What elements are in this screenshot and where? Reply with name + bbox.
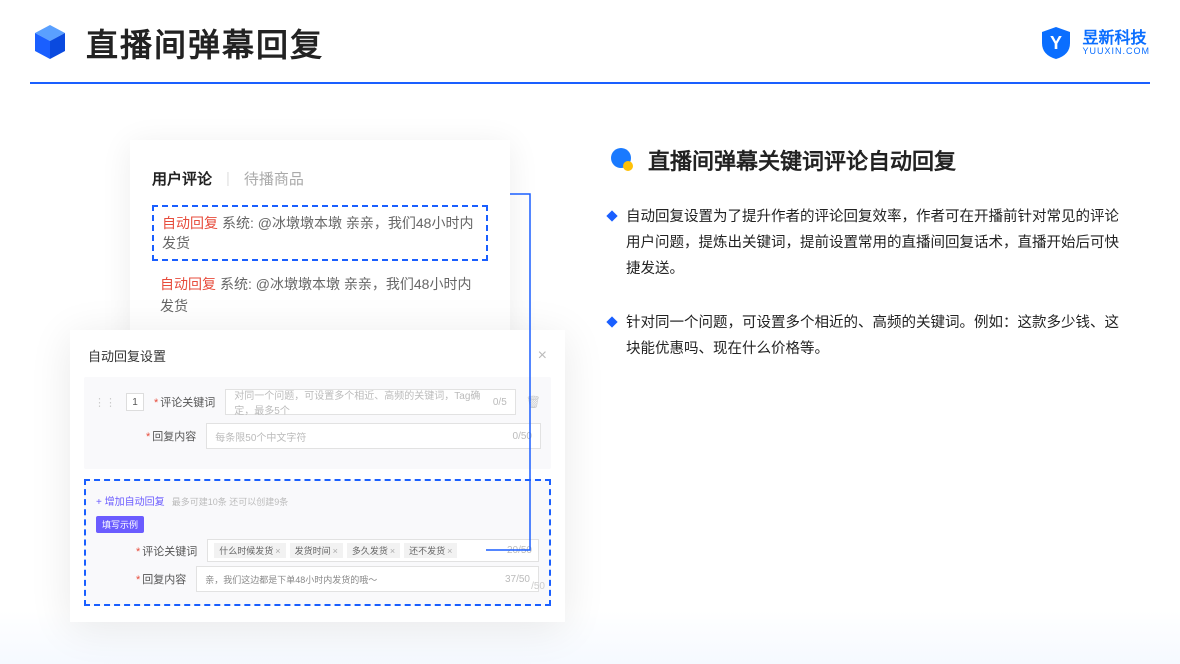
remove-tag-icon: × [275, 546, 280, 556]
brand-shield-icon: Y [1038, 25, 1074, 61]
chat-bubble-icon [608, 146, 636, 174]
keyword-label: *评论关键词 [154, 394, 215, 410]
content-row: *回复内容 每条限50个中文字符 0/50 [94, 423, 541, 449]
tag-chip[interactable]: 什么时候发货× [214, 543, 285, 558]
brand-logo: Y 昱新科技 YUUXIN.COM [1038, 25, 1150, 61]
bullet-text: 针对同一个问题，可设置多个相近的、高频的关键词。例如：这款多少钱、这块能优惠吗、… [626, 310, 1128, 362]
example-content-label: *回复内容 [136, 571, 186, 587]
tag-chip[interactable]: 多久发货× [347, 543, 400, 558]
content-area: 用户评论 | 待播商品 自动回复系统: @冰墩墩本墩 亲亲，我们48小时内发货 … [0, 100, 1180, 664]
close-icon[interactable]: × [538, 347, 547, 365]
char-count: 20/50 [507, 545, 532, 556]
auto-reply-tag: 自动回复 [162, 215, 218, 231]
trash-icon[interactable]: 🗑 [526, 395, 541, 409]
title-wrap: 直播间弹幕回复 [30, 20, 324, 66]
diamond-icon [606, 210, 617, 221]
header-underline [30, 82, 1150, 84]
svg-text:Y: Y [1050, 33, 1062, 53]
keyword-row: ⋮⋮ 1 *评论关键词 对同一个问题，可设置多个相近、高频的关键词，Tag确定，… [94, 389, 541, 415]
brand-text: 昱新科技 YUUXIN.COM [1082, 31, 1150, 56]
content-input[interactable]: 每条限50个中文字符 0/50 [206, 423, 541, 449]
drag-handle-icon[interactable]: ⋮⋮ [94, 396, 116, 409]
bullet-item: 针对同一个问题，可设置多个相近的、高频的关键词。例如：这款多少钱、这块能优惠吗、… [608, 310, 1128, 362]
diamond-icon [606, 317, 617, 328]
tag-chip[interactable]: 发货时间× [290, 543, 343, 558]
tab-user-comments[interactable]: 用户评论 [152, 168, 212, 189]
add-hint: 最多可建10条 还可以创建9条 [172, 497, 289, 507]
bullet-text: 自动回复设置为了提升作者的评论回复效率，作者可在开播前针对常见的评论用户问题，提… [626, 204, 1128, 282]
remove-tag-icon: × [447, 546, 452, 556]
example-keyword-row: *评论关键词 什么时候发货× 发货时间× 多久发货× 还不发货× 20/50 [96, 539, 539, 562]
brand-name-zh: 昱新科技 [1082, 31, 1150, 47]
settings-title: 自动回复设置 [88, 346, 166, 365]
section-title-row: 直播间弹幕关键词评论自动回复 [608, 144, 1128, 176]
example-content-value: 亲，我们这边都是下单48小时内发货的哦～ [205, 573, 377, 586]
brand-name-en: YUUXIN.COM [1082, 47, 1150, 56]
example-content-row: *回复内容 亲，我们这边都是下单48小时内发货的哦～ 37/50 [96, 566, 539, 592]
tag-chip[interactable]: 还不发货× [404, 543, 457, 558]
settings-card: 自动回复设置 × ⋮⋮ 1 *评论关键词 对同一个问题，可设置多个相近、高频的关… [70, 330, 565, 622]
tab-divider: | [226, 170, 230, 187]
char-count: 37/50 [505, 574, 530, 585]
slide-title: 直播间弹幕回复 [86, 20, 324, 66]
remove-tag-icon: × [333, 546, 338, 556]
section-title-text: 直播间弹幕关键词评论自动回复 [648, 144, 956, 176]
keyword-input[interactable]: 对同一个问题，可设置多个相近、高频的关键词，Tag确定，最多5个 0/5 [225, 389, 515, 415]
example-content-input[interactable]: 亲，我们这边都是下单48小时内发货的哦～ 37/50 [196, 566, 539, 592]
bullet-item: 自动回复设置为了提升作者的评论回复效率，作者可在开播前针对常见的评论用户问题，提… [608, 204, 1128, 282]
input-placeholder: 每条限50个中文字符 [215, 429, 306, 444]
form-area: ⋮⋮ 1 *评论关键词 对同一个问题，可设置多个相近、高频的关键词，Tag确定，… [84, 377, 551, 469]
content-label: *回复内容 [146, 428, 196, 444]
example-box: + 增加自动回复 最多可建10条 还可以创建9条 填写示例 *评论关键词 什么时… [84, 479, 551, 606]
right-column: 直播间弹幕关键词评论自动回复 自动回复设置为了提升作者的评论回复效率，作者可在开… [608, 144, 1128, 390]
add-auto-reply-link[interactable]: + 增加自动回复 [96, 497, 165, 508]
char-count: 0/5 [493, 397, 507, 408]
outer-char-count: /50 [531, 581, 545, 592]
comment-row: 自动回复系统: @冰墩墩本墩 亲亲，我们48小时内发货 [152, 267, 488, 324]
cube-icon [30, 23, 70, 63]
tab-pending-products[interactable]: 待播商品 [244, 168, 304, 189]
remove-tag-icon: × [390, 546, 395, 556]
char-count: 0/50 [513, 431, 532, 442]
example-badge: 填写示例 [96, 516, 144, 533]
settings-header: 自动回复设置 × [84, 342, 551, 377]
input-placeholder: 对同一个问题，可设置多个相近、高频的关键词，Tag确定，最多5个 [234, 387, 493, 417]
comment-row-highlighted: 自动回复系统: @冰墩墩本墩 亲亲，我们48小时内发货 [152, 205, 488, 261]
example-keyword-input[interactable]: 什么时候发货× 发货时间× 多久发货× 还不发货× 20/50 [207, 539, 539, 562]
example-keyword-label: *评论关键词 [136, 543, 197, 559]
slide-header: 直播间弹幕回复 Y 昱新科技 YUUXIN.COM [30, 20, 1150, 66]
comment-tabs: 用户评论 | 待播商品 [152, 168, 488, 189]
auto-reply-tag: 自动回复 [160, 276, 216, 292]
row-index: 1 [126, 393, 144, 411]
